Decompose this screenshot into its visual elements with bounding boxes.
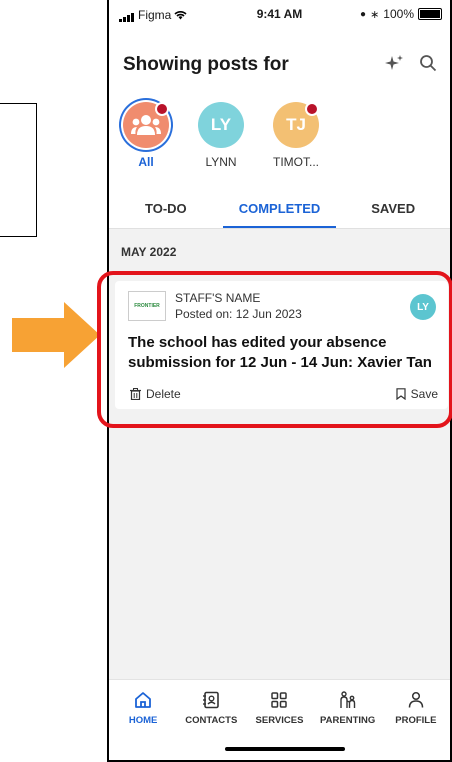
group-icon [131, 115, 161, 135]
filter-lynn[interactable]: LY LYNN [192, 102, 250, 169]
group-avatar [123, 102, 169, 148]
nav-contacts[interactable]: CONTACTS [178, 689, 244, 726]
nav-label: CONTACTS [185, 715, 238, 726]
search-icon[interactable] [418, 53, 438, 73]
nav-profile[interactable]: PROFILE [383, 689, 449, 726]
filter-timot[interactable]: TJ TIMOT... [267, 102, 325, 169]
nav-label: SERVICES [255, 715, 304, 726]
avatar-initials: TJ [286, 115, 306, 134]
profile-icon [405, 689, 427, 711]
tab-todo[interactable]: TO-DO [109, 190, 223, 228]
battery-icon [418, 8, 442, 20]
header-actions [384, 53, 438, 73]
filter-all[interactable]: All [117, 102, 175, 169]
sparkle-icon[interactable] [384, 53, 404, 73]
nav-label: PROFILE [395, 715, 437, 726]
services-icon [268, 689, 290, 711]
nav-label: PARENTING [320, 715, 376, 726]
highlight-annotation [97, 271, 452, 428]
parenting-icon [337, 689, 359, 711]
avatar-label: TIMOT... [273, 155, 319, 169]
nav-home[interactable]: HOME [110, 689, 176, 726]
avatar-label: LYNN [205, 155, 237, 169]
home-indicator [225, 747, 345, 751]
orange-arrow-icon [12, 302, 100, 368]
contacts-icon [200, 689, 222, 711]
battery-percent: 100% [383, 7, 414, 21]
notification-dot [305, 102, 319, 116]
nav-services[interactable]: SERVICES [246, 689, 312, 726]
home-icon [132, 689, 154, 711]
tab-saved[interactable]: SAVED [336, 190, 450, 228]
section-header: MAY 2022 [121, 245, 177, 259]
status-bar: Figma 9:41 AM ● ∗ 100% [109, 0, 450, 26]
notification-dot [155, 102, 169, 116]
bluetooth-icon: ∗ [370, 8, 380, 21]
tab-completed[interactable]: COMPLETED [222, 190, 337, 228]
tab-bar: TO-DO COMPLETED SAVED [109, 190, 450, 229]
avatar: LY [198, 102, 244, 148]
avatar-label: All [138, 155, 154, 169]
page-title: Showing posts for [123, 54, 289, 75]
annotation-box [0, 103, 37, 237]
avatar: TJ [273, 102, 319, 148]
child-filter-row: All LY LYNN TJ TIMOT... [117, 102, 325, 169]
nav-label: HOME [128, 715, 158, 726]
bottom-nav: HOME CONTACTS SERVICES PARENTING PROFILE [109, 679, 450, 760]
nav-parenting[interactable]: PARENTING [315, 689, 381, 726]
status-right: ● ∗ 100% [360, 7, 442, 21]
alarm-icon: ● [360, 8, 367, 20]
